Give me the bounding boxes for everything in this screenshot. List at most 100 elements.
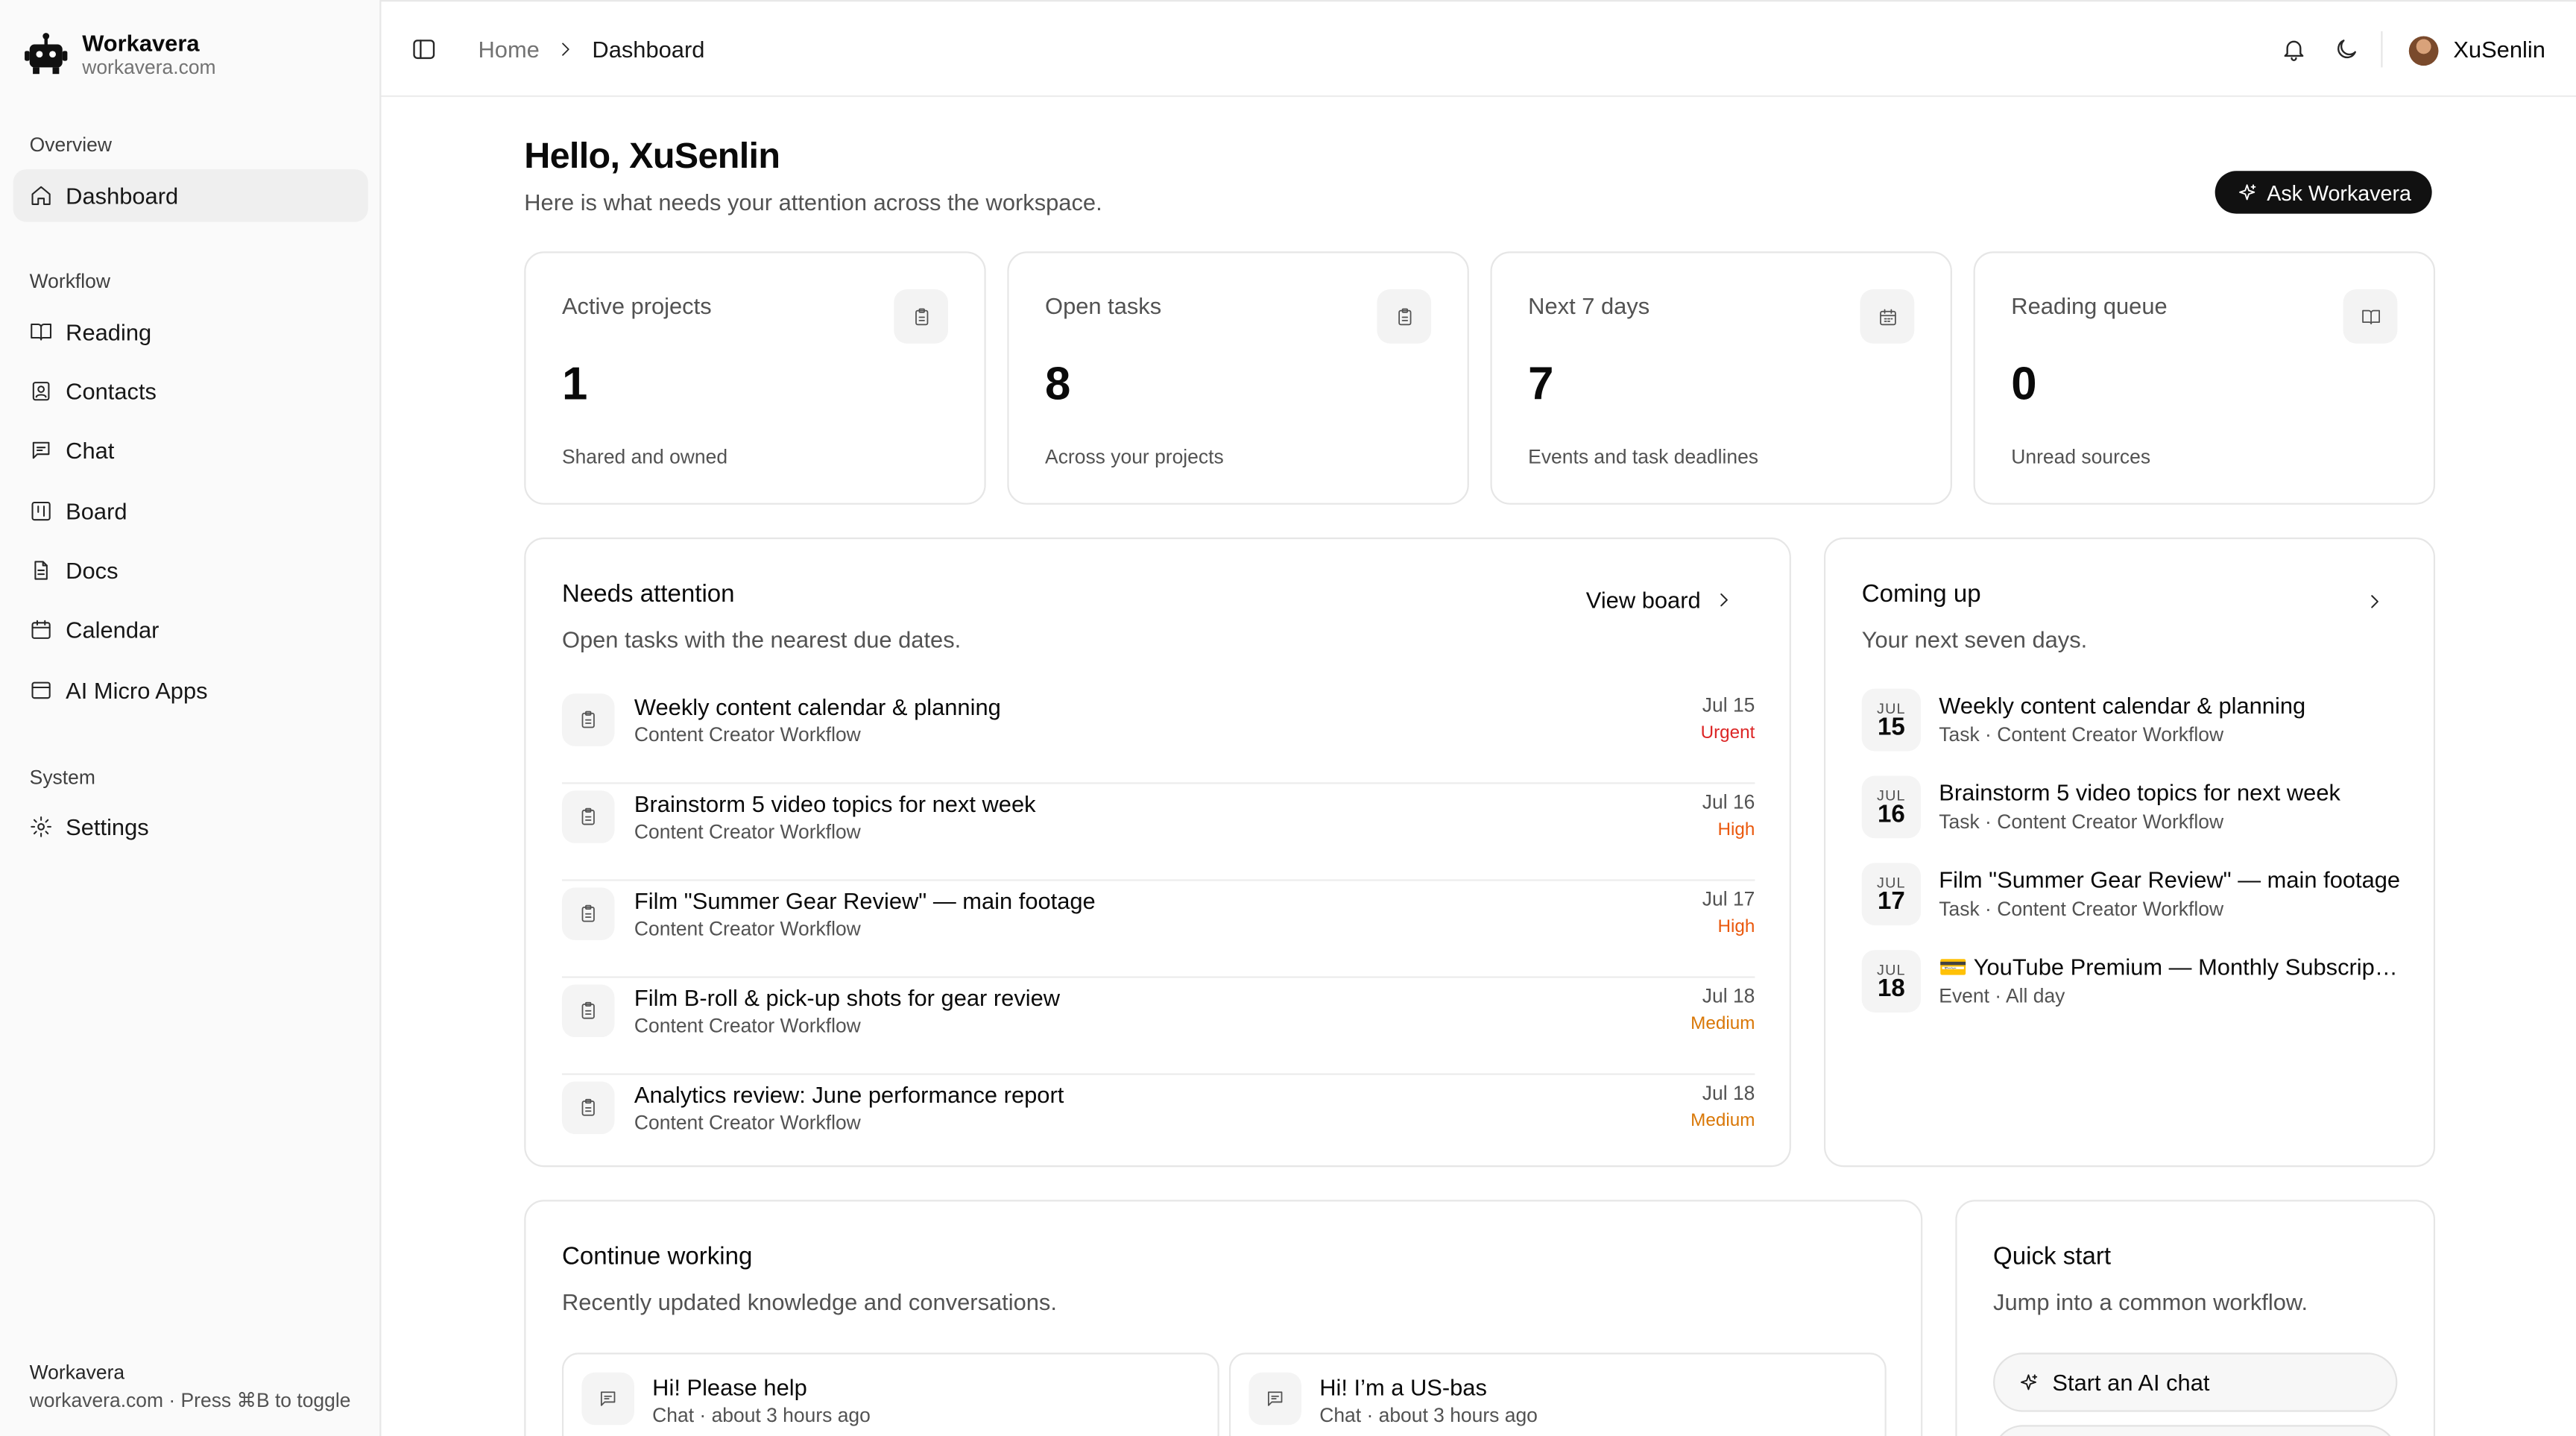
quick-start-label: Start an AI chat xyxy=(2052,1369,2210,1396)
ask-button-label: Ask Workavera xyxy=(2267,180,2412,205)
stat-label: Reading queue xyxy=(2011,292,2168,319)
user-name[interactable]: XuSenlin xyxy=(2453,36,2545,62)
quick-start-secondary-button[interactable] xyxy=(1993,1425,2398,1436)
card-subtitle: Open tasks with the nearest due dates. xyxy=(561,626,962,653)
sidebar-item-label: Board xyxy=(66,497,127,525)
upcoming-item[interactable]: JUL 15 Weekly content calendar & plannin… xyxy=(1861,688,2404,755)
nav-group-workflow: Workflow xyxy=(29,269,110,293)
brand-name: Workavera xyxy=(82,29,200,56)
stat-card-reading-queue[interactable]: Reading queue 0 Unread sources xyxy=(1973,251,2436,505)
task-row[interactable]: Analytics review: June performance repor… xyxy=(561,1075,1755,1172)
sidebar-item-dashboard[interactable]: Dashboard xyxy=(13,169,368,222)
nav-group-system: System xyxy=(29,766,95,790)
stat-value: 0 xyxy=(2011,358,2037,409)
date-badge: JUL 18 xyxy=(1861,950,1922,1013)
task-row[interactable]: Brainstorm 5 video topics for next week … xyxy=(561,784,1755,881)
sparkle-icon xyxy=(2020,1373,2038,1390)
sidebar-item-label: Contacts xyxy=(66,378,157,405)
breadcrumb: Home Dashboard xyxy=(479,36,705,62)
date-day: 16 xyxy=(1877,800,1905,829)
ask-workavera-button[interactable]: Ask Workavera xyxy=(2214,171,2432,214)
upcoming-item[interactable]: JUL 18 💳 YouTube Premium — Monthly Subsc… xyxy=(1861,950,2405,1015)
clipboard-icon xyxy=(561,1081,615,1135)
sidebar-item-chat[interactable]: Chat xyxy=(13,424,368,477)
sidebar-footer: Workavera workavera.com · Press ⌘B to to… xyxy=(30,1361,351,1415)
task-date: Jul 18 xyxy=(1702,984,1755,1008)
home-icon xyxy=(31,186,51,205)
sidebar-item-label: Settings xyxy=(66,813,149,840)
task-date: Jul 16 xyxy=(1702,790,1755,814)
brand-domain: workavera.com xyxy=(82,55,216,79)
top-bar: Home Dashboard XuSenlin xyxy=(381,0,2576,98)
moon-icon[interactable] xyxy=(2333,36,2359,62)
card-subtitle: Jump into a common workflow. xyxy=(1993,1288,2308,1315)
breadcrumb-home[interactable]: Home xyxy=(479,36,540,62)
card-title: Quick start xyxy=(1993,1242,2112,1271)
recent-meta: Chat · about 3 hours ago xyxy=(1319,1403,1538,1427)
upcoming-item[interactable]: JUL 16 Brainstorm 5 video topics for nex… xyxy=(1861,775,2404,842)
task-row[interactable]: Weekly content calendar & planning Conte… xyxy=(561,687,1755,784)
sidebar-item-contacts[interactable]: Contacts xyxy=(13,365,368,418)
stat-card-active-projects[interactable]: Active projects 1 Shared and owned xyxy=(524,251,986,505)
sidebar-item-reading[interactable]: Reading xyxy=(13,306,368,359)
stat-label: Active projects xyxy=(561,292,712,319)
avatar[interactable] xyxy=(2408,36,2439,66)
sidebar-toggle-icon[interactable] xyxy=(411,36,437,62)
footer-hint: workavera.com · Press ⌘B to toggle xyxy=(29,1388,351,1412)
coming-up-open-button[interactable] xyxy=(2364,590,2384,620)
sparkle-icon xyxy=(2238,183,2255,200)
task-date: Jul 15 xyxy=(1702,693,1755,717)
stat-card-next-7-days[interactable]: Next 7 days 7 Events and task deadlines xyxy=(1490,251,1952,505)
brand[interactable]: Workavera workavera.com xyxy=(23,30,216,79)
card-title: Continue working xyxy=(561,1242,753,1271)
upcoming-meta: Task · Content Creator Workflow xyxy=(1939,897,2224,921)
priority-badge: High xyxy=(1717,820,1755,840)
recent-chat-item[interactable]: Hi! I’m a US-bas Chat · about 3 hours ag… xyxy=(1228,1352,1887,1436)
upcoming-item[interactable]: JUL 17 Film "Summer Gear Review" — main … xyxy=(1861,863,2404,928)
bell-icon[interactable] xyxy=(2281,36,2307,62)
view-board-link[interactable]: View board xyxy=(1586,587,1734,613)
task-project: Content Creator Workflow xyxy=(634,1014,861,1038)
card-title: Needs attention xyxy=(561,580,735,608)
upcoming-title: 💳 YouTube Premium — Monthly Subscription xyxy=(1939,953,2405,980)
book-icon xyxy=(31,323,52,341)
task-date: Jul 17 xyxy=(1702,887,1755,911)
stat-value: 1 xyxy=(561,358,588,409)
date-badge: JUL 16 xyxy=(1861,775,1922,839)
task-project: Content Creator Workflow xyxy=(634,917,861,940)
date-badge: JUL 17 xyxy=(1861,863,1922,926)
recent-title: Hi! I’m a US-bas xyxy=(1319,1373,1487,1401)
upcoming-title: Weekly content calendar & planning xyxy=(1939,692,2306,719)
clipboard-icon xyxy=(561,693,615,746)
sidebar-item-docs[interactable]: Docs xyxy=(13,544,368,597)
recent-title: Hi! Please help xyxy=(652,1373,807,1401)
recent-chat-item[interactable]: Hi! Please help Chat · about 3 hours ago xyxy=(561,1352,1219,1436)
task-title: Brainstorm 5 video topics for next week xyxy=(634,790,1036,817)
sidebar-item-board[interactable]: Board xyxy=(13,485,368,538)
quick-start-card: Quick start Jump into a common workflow.… xyxy=(1955,1200,2436,1436)
task-row[interactable]: Film B-roll & pick-up shots for gear rev… xyxy=(561,978,1755,1075)
docs-icon xyxy=(34,561,48,580)
task-row[interactable]: Film "Summer Gear Review" — main footage… xyxy=(561,881,1755,978)
view-board-label: View board xyxy=(1585,587,1701,614)
upcoming-meta: Task · Content Creator Workflow xyxy=(1939,722,2224,746)
date-day: 18 xyxy=(1877,974,1905,1003)
task-title: Weekly content calendar & planning xyxy=(634,693,1001,720)
sidebar-item-ai-micro-apps[interactable]: AI Micro Apps xyxy=(13,664,368,717)
clipboard-icon xyxy=(561,790,615,843)
sidebar-item-calendar[interactable]: Calendar xyxy=(13,603,368,656)
task-project: Content Creator Workflow xyxy=(634,722,861,746)
task-title: Analytics review: June performance repor… xyxy=(634,1081,1064,1108)
priority-badge: Urgent xyxy=(1700,722,1755,743)
start-ai-chat-button[interactable]: Start an AI chat xyxy=(1993,1352,2398,1412)
priority-badge: High xyxy=(1717,917,1755,937)
sidebar-item-settings[interactable]: Settings xyxy=(13,801,368,854)
page-subtitle: Here is what needs your attention across… xyxy=(524,189,1102,215)
chat-icon xyxy=(581,1372,634,1426)
stat-card-open-tasks[interactable]: Open tasks 8 Across your projects xyxy=(1007,251,1469,505)
continue-working-card: Continue working Recently updated knowle… xyxy=(524,1200,1923,1436)
robot-logo-icon xyxy=(25,33,68,75)
chat-icon xyxy=(32,441,50,459)
page-title: Hello, XuSenlin xyxy=(524,134,780,176)
priority-badge: Medium xyxy=(1690,1111,1755,1131)
